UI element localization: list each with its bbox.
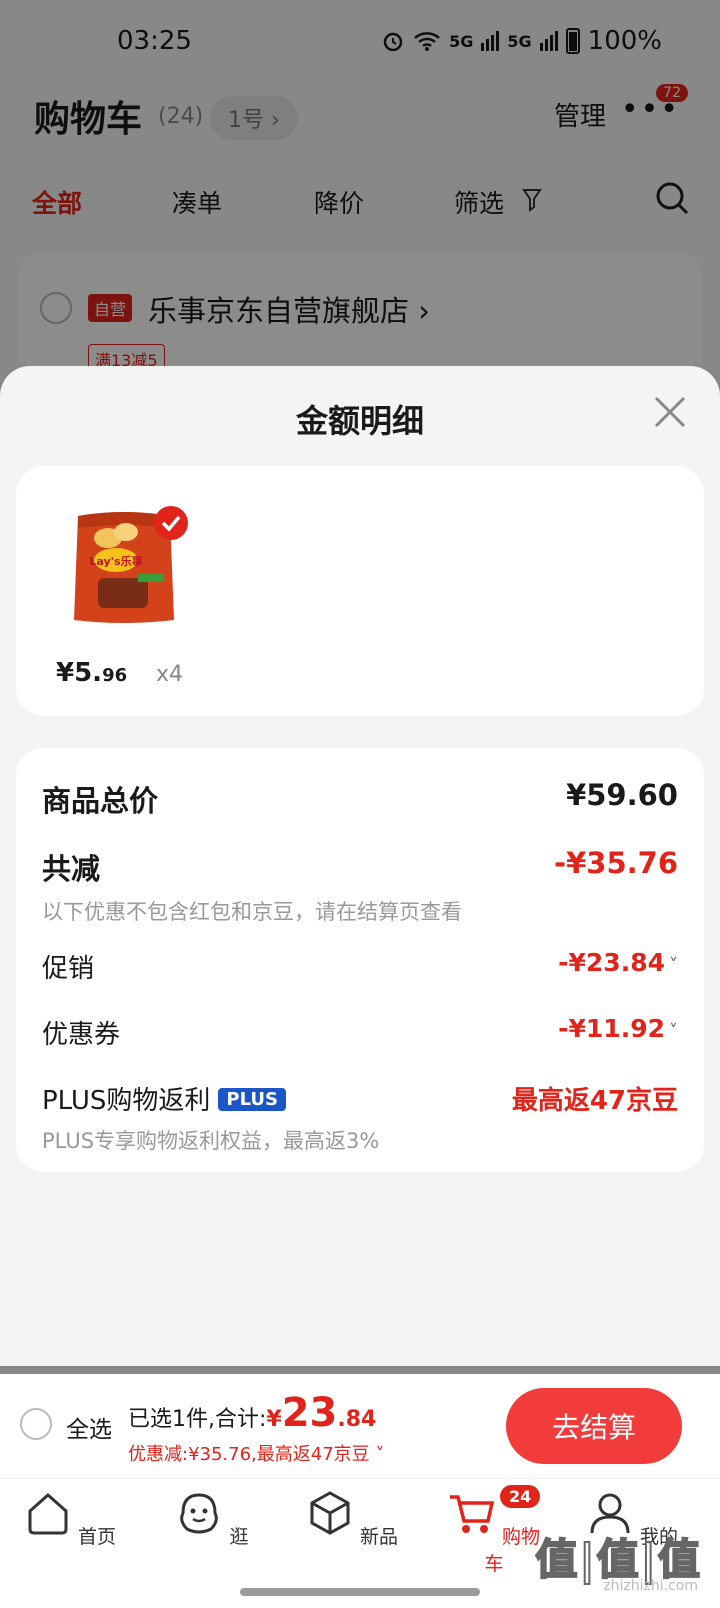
summary-prefix: 已选1件,合计: (128, 1407, 267, 1432)
selection-summary: 已选1件,合计:¥23.84 (128, 1390, 376, 1436)
promotion-value: -¥23.84 ˅ (558, 948, 678, 977)
coupon-value: -¥11.92 ˅ (558, 1014, 678, 1043)
plus-note: PLUS专享购物返利权益，最高返3% (42, 1129, 380, 1153)
coupon-row[interactable]: 优惠券 -¥11.92 ˅ (42, 1014, 678, 1051)
nav-new[interactable]: 新品 (302, 1489, 402, 1549)
total-reduce-row: 共减 -¥35.76 以下优惠不包含红包和京豆，请在结算页查看 (42, 846, 678, 926)
select-all-radio[interactable] (20, 1408, 52, 1440)
nav-browse-label: 逛 (229, 1526, 249, 1548)
home-indicator[interactable] (240, 1588, 480, 1596)
product-check-icon (154, 506, 188, 540)
coupon-label: 优惠券 (42, 1020, 121, 1050)
browse-icon (180, 1493, 219, 1534)
checkout-bar: 全选 已选1件,合计:¥23.84 优惠减:¥35.76,最高返47京豆 ˅ 去… (0, 1374, 720, 1478)
total-integer: 23 (281, 1390, 338, 1436)
plus-rebate-label: PLUS购物返利 (42, 1086, 211, 1116)
sheet-title: 金额明细 (295, 402, 424, 440)
promotion-amount: -¥23.84 (558, 948, 665, 977)
total-price-label: 商品总价 (42, 784, 159, 818)
price-detail-sheet: 金额明细 Lay's乐事 ¥5.96 x4 商品总价 ¥59.60 共减 -¥3… (0, 366, 720, 1366)
promotion-label: 促销 (42, 954, 95, 984)
product-quantity: x4 (156, 662, 184, 687)
checkout-total: ¥23.84 (266, 1390, 377, 1436)
nav-new-label: 新品 (360, 1526, 399, 1548)
total-reduce-value: -¥35.76 (554, 846, 678, 880)
close-icon[interactable] (650, 392, 690, 432)
discount-summary[interactable]: 优惠减:¥35.76,最高返47京豆 ˅ (128, 1440, 384, 1466)
product-card: Lay's乐事 ¥5.96 x4 (16, 466, 704, 716)
plus-rebate-row: PLUS购物返利 PLUS 最高返47京豆 PLUS专享购物返利权益，最高返3% (42, 1080, 678, 1155)
price-integer: ¥5. (56, 658, 103, 688)
total-price-row: 商品总价 ¥59.60 (42, 778, 678, 820)
coupon-amount: -¥11.92 (558, 1014, 665, 1043)
select-all-label[interactable]: 全选 (66, 1410, 112, 1444)
box-icon (310, 1491, 350, 1535)
price-decimal: 96 (102, 665, 128, 686)
checkout-button[interactable]: 去结算 (506, 1388, 682, 1464)
amount-detail-card: 商品总价 ¥59.60 共减 -¥35.76 以下优惠不包含红包和京豆，请在结算… (16, 748, 704, 1172)
plus-badge: PLUS (218, 1088, 287, 1111)
nav-home-label: 首页 (78, 1526, 117, 1548)
currency-symbol: ¥ (266, 1407, 282, 1432)
nav-home[interactable]: 首页 (20, 1489, 120, 1549)
product-price: ¥5.96 (56, 658, 127, 688)
chevron-down-icon: ˅ (669, 1021, 678, 1042)
chevron-down-icon: ˅ (669, 955, 678, 976)
plus-rebate-value: 最高返47京豆 (511, 1086, 678, 1116)
reduce-note: 以下优惠不包含红包和京豆，请在结算页查看 (42, 900, 462, 924)
nav-browse[interactable]: 逛 (162, 1489, 262, 1549)
total-decimal: .84 (337, 1407, 377, 1432)
promotion-row[interactable]: 促销 -¥23.84 ˅ (42, 948, 678, 985)
cart-icon (449, 1495, 495, 1533)
cart-badge: 24 (500, 1485, 541, 1508)
svg-text:Lay's乐事: Lay's乐事 (89, 554, 142, 568)
watermark-url: zhizhizhi.com (603, 1578, 698, 1594)
total-price-value: ¥59.60 (566, 778, 678, 812)
home-icon (28, 1492, 68, 1535)
nav-cart[interactable]: 购物车 24 (444, 1485, 544, 1576)
